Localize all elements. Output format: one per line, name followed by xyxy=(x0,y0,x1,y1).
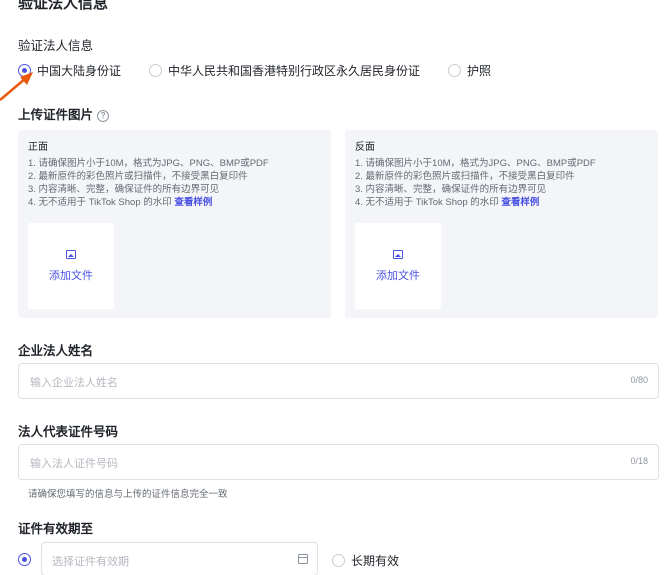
back-add-file-label: 添加文件 xyxy=(376,269,420,282)
validity-date-placeholder: 选择证件有效期 xyxy=(52,556,129,568)
id-number-label: 法人代表证件号码 xyxy=(18,425,119,439)
validity-row: 选择证件有效期 长期有效 xyxy=(18,542,658,575)
id-type-radio-group: 中国大陆身份证 中华人民共和国香港特别行政区永久居民身份证 护照 xyxy=(18,62,519,78)
radio-long-term[interactable]: 长期有效 xyxy=(332,552,399,569)
upload-card-front: 正面 1. 请确保图片小于10M，格式为JPG、PNG、BMP或PDF 2. 最… xyxy=(18,130,331,318)
front-add-file-label: 添加文件 xyxy=(49,269,93,282)
id-number-char-count: 0/18 xyxy=(630,456,648,466)
radio-hk-id[interactable]: 中华人民共和国香港特别行政区永久居民身份证 xyxy=(149,62,420,79)
back-rule-1: 1. 请确保图片小于10M，格式为JPG、PNG、BMP或PDF xyxy=(355,158,596,169)
calendar-icon[interactable] xyxy=(298,554,308,564)
radio-mainland-id-label: 中国大陆身份证 xyxy=(37,63,122,78)
radio-passport-indicator[interactable] xyxy=(448,63,462,77)
id-number-input[interactable]: 输入法人证件号码 0/18 xyxy=(18,444,659,480)
upload-card-back: 反面 1. 请确保图片小于10M，格式为JPG、PNG、BMP或PDF 2. 最… xyxy=(345,130,658,318)
back-card-title: 反面 xyxy=(355,142,375,153)
image-icon xyxy=(393,249,403,259)
id-type-label: 验证法人信息 xyxy=(18,39,94,53)
radio-date-indicator[interactable] xyxy=(18,553,31,566)
legal-name-char-count: 0/80 xyxy=(630,375,648,385)
image-icon xyxy=(66,249,76,259)
front-card-title: 正面 xyxy=(28,142,48,153)
radio-passport[interactable]: 护照 xyxy=(448,62,491,79)
back-example-link[interactable]: 查看样例 xyxy=(501,197,539,208)
page-title: 验证法人信息 xyxy=(18,0,109,12)
radio-hk-id-indicator[interactable] xyxy=(149,63,163,77)
radio-hk-id-label: 中华人民共和国香港特别行政区永久居民身份证 xyxy=(168,63,421,78)
front-add-file-button[interactable]: 添加文件 xyxy=(28,223,114,309)
front-example-link[interactable]: 查看样例 xyxy=(174,197,212,208)
back-rule-4-text: 4. 无不适用于 TikTok Shop 的水印 xyxy=(355,197,499,208)
legal-name-placeholder: 输入企业法人姓名 xyxy=(30,377,118,389)
front-rule-2: 2. 最新原件的彩色照片或扫描件，不接受黑白复印件 xyxy=(28,171,248,182)
upload-label: 上传证件图片? xyxy=(18,104,110,123)
radio-long-term-label: 长期有效 xyxy=(351,554,400,568)
front-rule-4: 4. 无不适用于 TikTok Shop 的水印 查看样例 xyxy=(28,196,321,209)
validity-date-input[interactable]: 选择证件有效期 xyxy=(41,542,318,575)
front-rule-3: 3. 内容清晰、完整，确保证件的所有边界可见 xyxy=(28,184,220,195)
id-number-placeholder: 输入法人证件号码 xyxy=(30,458,118,470)
help-icon[interactable]: ? xyxy=(97,109,110,122)
radio-long-term-indicator[interactable] xyxy=(332,554,345,567)
back-rule-2: 2. 最新原件的彩色照片或扫描件，不接受黑白复印件 xyxy=(355,171,575,182)
front-rule-1: 1. 请确保图片小于10M，格式为JPG、PNG、BMP或PDF xyxy=(28,158,269,169)
id-number-hint: 请确保您填写的信息与上传的证件信息完全一致 xyxy=(28,489,228,500)
radio-passport-label: 护照 xyxy=(467,63,492,78)
legal-name-input[interactable]: 输入企业法人姓名 0/80 xyxy=(18,363,659,399)
legal-name-label: 企业法人姓名 xyxy=(18,344,94,358)
back-add-file-button[interactable]: 添加文件 xyxy=(355,223,441,309)
back-rule-3: 3. 内容清晰、完整，确保证件的所有边界可见 xyxy=(355,184,547,195)
back-rule-4: 4. 无不适用于 TikTok Shop 的水印 查看样例 xyxy=(355,196,648,209)
front-rule-4-text: 4. 无不适用于 TikTok Shop 的水印 xyxy=(28,197,172,208)
validity-label: 证件有效期至 xyxy=(18,522,94,536)
upload-label-text: 上传证件图片 xyxy=(18,108,94,122)
